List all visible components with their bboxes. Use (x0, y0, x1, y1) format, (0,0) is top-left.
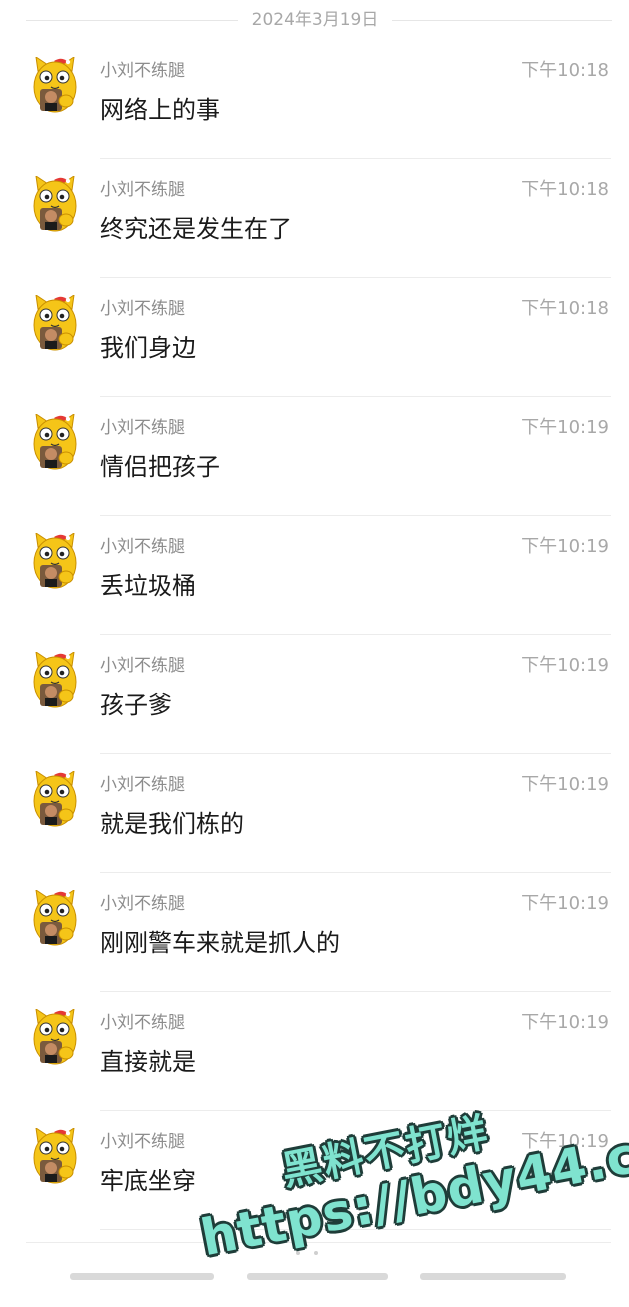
date-separator-label: 2024年3月19日 (251, 10, 379, 30)
avatar[interactable] (32, 650, 78, 710)
sender-name: 小刘不练腿 (100, 299, 185, 319)
message-text[interactable]: 情侣把孩子 (100, 451, 220, 483)
cat-avatar-icon (33, 1007, 77, 1065)
avatar[interactable] (32, 174, 78, 234)
cat-avatar-icon (33, 55, 77, 113)
avatar[interactable] (32, 55, 78, 115)
sender-name: 小刘不练腿 (100, 775, 185, 795)
sender-name: 小刘不练腿 (100, 894, 185, 914)
date-separator-line-left (26, 20, 238, 21)
message-time: 下午10:18 (521, 298, 609, 319)
message-time: 下午10:18 (521, 179, 609, 200)
cat-avatar-icon (33, 1126, 77, 1184)
message-time: 下午10:19 (521, 417, 609, 438)
message-time: 下午10:19 (521, 893, 609, 914)
cat-avatar-icon (33, 174, 77, 232)
message-item[interactable]: 小刘不练腿 下午10:19 刚刚警车来就是抓人的 (0, 873, 629, 992)
message-text[interactable]: 终究还是发生在了 (100, 213, 292, 245)
avatar[interactable] (32, 769, 78, 829)
message-item[interactable]: 小刘不练腿 下午10:19 就是我们栋的 (0, 754, 629, 873)
message-item[interactable]: 小刘不练腿 下午10:18 我们身边 (0, 278, 629, 397)
avatar[interactable] (32, 293, 78, 353)
sender-name: 小刘不练腿 (100, 1132, 185, 1152)
avatar[interactable] (32, 1126, 78, 1186)
message-text[interactable]: 我们身边 (100, 332, 196, 364)
sender-name: 小刘不练腿 (100, 61, 185, 81)
sender-name: 小刘不练腿 (100, 1013, 185, 1033)
message-text[interactable]: 直接就是 (100, 1046, 196, 1078)
message-time: 下午10:19 (521, 536, 609, 557)
cat-avatar-icon (33, 888, 77, 946)
avatar[interactable] (32, 412, 78, 472)
message-text[interactable]: 就是我们栋的 (100, 808, 244, 840)
message-item[interactable]: 小刘不练腿 下午10:19 情侣把孩子 (0, 397, 629, 516)
message-item[interactable]: 小刘不练腿 下午10:19 孩子爹 (0, 635, 629, 754)
cat-avatar-icon (33, 531, 77, 589)
message-text[interactable]: 牢底坐穿 (100, 1165, 196, 1197)
indicator-segment (70, 1273, 214, 1280)
avatar[interactable] (32, 531, 78, 591)
cat-avatar-icon (33, 650, 77, 708)
message-item[interactable]: 小刘不练腿 下午10:19 丢垃圾桶 (0, 516, 629, 635)
cat-avatar-icon (33, 412, 77, 470)
message-text[interactable]: 丢垃圾桶 (100, 570, 196, 602)
date-separator: 2024年3月19日 (0, 0, 629, 40)
message-item[interactable]: 小刘不练腿 下午10:18 网络上的事 (0, 40, 629, 159)
message-text[interactable]: 孩子爹 (100, 689, 172, 721)
avatar[interactable] (32, 1007, 78, 1067)
message-time: 下午10:18 (521, 60, 609, 81)
message-list: 小刘不练腿 下午10:18 网络上的事 小刘不练腿 下午10:18 终究还是发生… (0, 40, 629, 1230)
message-time: 下午10:19 (521, 774, 609, 795)
message-item[interactable]: 小刘不练腿 下午10:18 终究还是发生在了 (0, 159, 629, 278)
sender-name: 小刘不练腿 (100, 418, 185, 438)
indicator-segment (420, 1273, 566, 1280)
sender-name: 小刘不练腿 (100, 656, 185, 676)
cat-avatar-icon (33, 769, 77, 827)
sender-name: 小刘不练腿 (100, 537, 185, 557)
cat-avatar-icon (33, 293, 77, 351)
message-time: 下午10:19 (521, 1012, 609, 1033)
message-text[interactable]: 网络上的事 (100, 94, 220, 126)
date-separator-line-right (392, 20, 612, 21)
avatar[interactable] (32, 888, 78, 948)
sender-name: 小刘不练腿 (100, 180, 185, 200)
message-time: 下午10:19 (521, 655, 609, 676)
message-text[interactable]: 刚刚警车来就是抓人的 (100, 927, 340, 959)
